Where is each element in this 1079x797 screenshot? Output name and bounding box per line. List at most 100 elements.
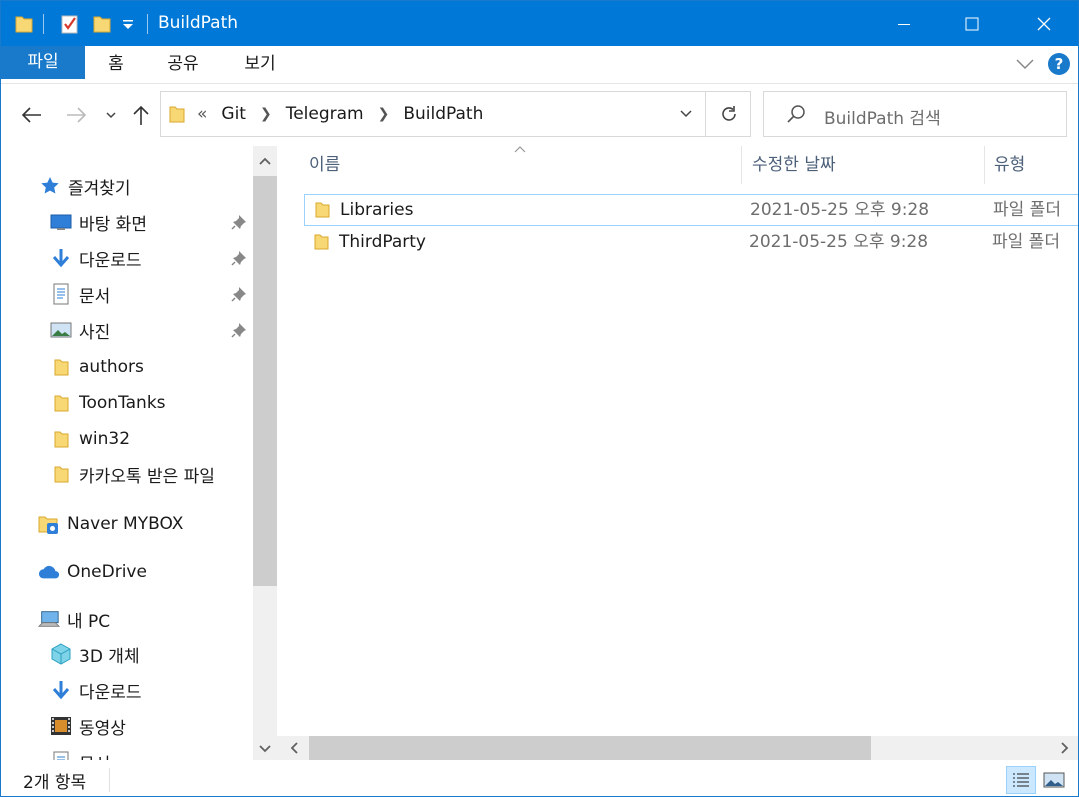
- download-arrow-icon: [50, 679, 72, 701]
- address-bar[interactable]: « Git ❯ Telegram ❯ BuildPath: [160, 91, 751, 137]
- window-title: BuildPath: [158, 13, 239, 33]
- maximize-button[interactable]: [949, 1, 995, 46]
- help-icon[interactable]: ?: [1048, 53, 1070, 75]
- minimize-button[interactable]: [881, 1, 927, 46]
- column-header-name[interactable]: 이름: [309, 146, 340, 186]
- breadcrumb-git[interactable]: Git: [221, 104, 246, 124]
- pin-icon[interactable]: [230, 285, 248, 303]
- column-divider[interactable]: [741, 146, 742, 184]
- nav-label: authors: [79, 357, 144, 377]
- file-row[interactable]: ThirdParty 2021-05-25 오후 9:28 파일 폴더: [304, 227, 1078, 259]
- folder-icon: [313, 233, 331, 255]
- nav-label: 3D 개체: [79, 646, 140, 667]
- expand-ribbon-chevron-icon[interactable]: [1016, 55, 1034, 74]
- folder-icon: [50, 463, 72, 485]
- sort-ascending-icon: [513, 144, 527, 158]
- folder-icon: [314, 201, 332, 223]
- nav-label: 문서: [79, 750, 110, 761]
- nav-3d-objects[interactable]: 3D 개체: [50, 637, 140, 671]
- tab-file[interactable]: 파일: [1, 46, 85, 79]
- nav-videos[interactable]: 동영상: [50, 709, 126, 743]
- file-type: 파일 폴더: [993, 200, 1061, 220]
- document-icon: [50, 283, 72, 305]
- content-scrollbar-thumb[interactable]: [309, 736, 871, 760]
- nav-folder-authors[interactable]: authors: [50, 350, 144, 384]
- nav-label: 다운로드: [79, 250, 142, 271]
- nav-folder-toontanks[interactable]: ToonTanks: [50, 386, 166, 420]
- desktop-icon: [50, 211, 72, 233]
- nav-this-pc[interactable]: 내 PC: [38, 602, 110, 636]
- column-divider[interactable]: [984, 146, 985, 184]
- search-input[interactable]: BuildPath 검색: [824, 104, 941, 129]
- properties-icon[interactable]: [60, 13, 80, 35]
- up-button[interactable]: [127, 101, 155, 129]
- pin-icon[interactable]: [230, 249, 248, 267]
- content-horizontal-scrollbar[interactable]: [277, 736, 1078, 760]
- recent-locations-chevron-icon[interactable]: [97, 101, 125, 129]
- nav-label: 카카오톡 받은 파일: [79, 466, 215, 487]
- back-button[interactable]: [17, 101, 45, 129]
- details-view-icon[interactable]: [1006, 766, 1036, 794]
- nav-label: 동영상: [79, 718, 126, 739]
- scroll-down-arrow-icon[interactable]: [253, 734, 277, 760]
- status-bar: 2개 항목: [1, 760, 1078, 796]
- search-box[interactable]: BuildPath 검색: [763, 91, 1067, 137]
- nav-vertical-scrollbar[interactable]: [253, 146, 277, 760]
- nav-desktop[interactable]: 바탕 화면: [50, 205, 147, 239]
- nav-label: 바탕 화면: [79, 214, 147, 235]
- nav-naver-mybox[interactable]: Naver MYBOX: [38, 507, 183, 541]
- cloud-icon: [38, 561, 60, 583]
- customize-qa-chevron-icon[interactable]: [121, 13, 135, 35]
- scroll-left-arrow-icon[interactable]: [279, 736, 309, 760]
- file-list: 이름 수정한 날짜 유형 Libraries 2021-05-25 오후 9:2…: [277, 144, 1078, 760]
- nav-folder-win32[interactable]: win32: [50, 422, 130, 456]
- close-button[interactable]: [1021, 1, 1067, 46]
- breadcrumb-chevron-icon[interactable]: ❯: [378, 106, 390, 122]
- pictures-icon: [50, 319, 72, 341]
- computer-icon: [38, 608, 60, 630]
- folder-icon: [50, 356, 72, 378]
- download-arrow-icon: [50, 247, 72, 269]
- scroll-up-arrow-icon[interactable]: [253, 146, 277, 176]
- nav-folder-kakaotalk[interactable]: 카카오톡 받은 파일: [50, 457, 215, 491]
- pin-icon[interactable]: [230, 321, 248, 339]
- nav-pictures[interactable]: 사진: [50, 313, 110, 347]
- nav-quick-access[interactable]: 즐겨찾기: [39, 169, 131, 203]
- file-date: 2021-05-25 오후 9:28: [750, 200, 930, 220]
- new-folder-icon[interactable]: [93, 13, 111, 35]
- nav-label: Naver MYBOX: [67, 514, 184, 534]
- scroll-right-arrow-icon[interactable]: [1050, 736, 1078, 760]
- nav-scrollbar-thumb[interactable]: [253, 176, 277, 586]
- column-header-date[interactable]: 수정한 날짜: [752, 146, 836, 186]
- pin-icon[interactable]: [230, 213, 248, 231]
- nav-label: 내 PC: [67, 611, 111, 632]
- title-bar: BuildPath: [1, 1, 1078, 46]
- nav-documents[interactable]: 문서: [50, 277, 110, 311]
- refresh-button[interactable]: [705, 92, 751, 136]
- address-history-chevron-icon[interactable]: [667, 92, 705, 136]
- tab-home[interactable]: 홈: [97, 46, 135, 83]
- mybox-folder-icon: [38, 513, 60, 535]
- tab-view[interactable]: 보기: [237, 46, 283, 83]
- file-date: 2021-05-25 오후 9:28: [749, 232, 929, 252]
- nav-label: win32: [79, 429, 131, 449]
- forward-button[interactable]: [63, 101, 91, 129]
- address-folder-icon: [169, 104, 185, 124]
- file-name: ThirdParty: [339, 232, 426, 252]
- folder-icon: [50, 392, 72, 414]
- large-icons-view-icon[interactable]: [1039, 766, 1069, 794]
- breadcrumb-overflow[interactable]: «: [197, 104, 207, 124]
- nav-label: ToonTanks: [79, 393, 166, 413]
- file-row[interactable]: Libraries 2021-05-25 오후 9:28 파일 폴더: [304, 194, 1078, 226]
- nav-pc-downloads[interactable]: 다운로드: [50, 673, 142, 707]
- column-header-type[interactable]: 유형: [994, 146, 1025, 186]
- breadcrumb-buildpath[interactable]: BuildPath: [403, 104, 483, 124]
- tab-share[interactable]: 공유: [161, 46, 205, 83]
- nav-onedrive[interactable]: OneDrive: [38, 555, 147, 589]
- star-icon: [39, 175, 61, 197]
- nav-pc-documents[interactable]: 문서: [50, 745, 110, 760]
- breadcrumb-telegram[interactable]: Telegram: [286, 104, 364, 124]
- breadcrumb-chevron-icon[interactable]: ❯: [260, 106, 272, 122]
- nav-downloads[interactable]: 다운로드: [50, 241, 142, 275]
- nav-label: OneDrive: [67, 562, 147, 582]
